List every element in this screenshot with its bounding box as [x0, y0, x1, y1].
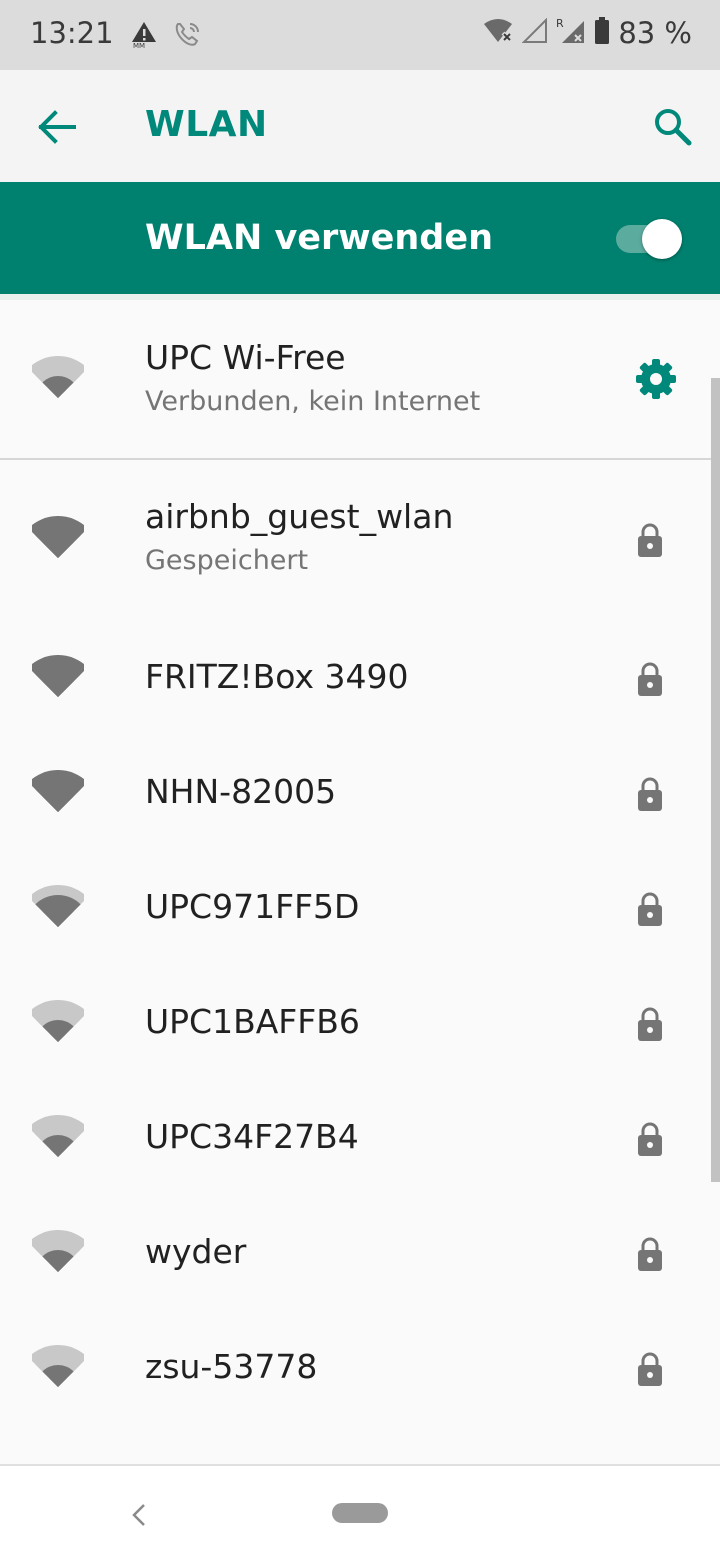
- scrollbar[interactable]: [711, 378, 720, 1182]
- wifi-signal-level-1: [49, 1374, 67, 1387]
- network-row-wyder[interactable]: wyder: [0, 1195, 720, 1310]
- wifi-signal-icon: [28, 769, 88, 814]
- status-right-icons: R 83 %: [482, 16, 692, 50]
- network-text: NHN-82005: [145, 772, 336, 812]
- wifi-signal-level-1: [49, 914, 67, 927]
- lock-icon: [636, 891, 664, 927]
- nav-home-pill[interactable]: [332, 1503, 388, 1523]
- nav-back-button[interactable]: [128, 1502, 150, 1528]
- lock-icon: [636, 776, 664, 812]
- network-name: NHN-82005: [145, 772, 337, 811]
- network-text: airbnb_guest_wlan Gespeichert: [145, 497, 453, 579]
- page-title: WLAN: [145, 104, 268, 145]
- wlan-master-switch-row[interactable]: WLAN verwenden: [0, 182, 720, 294]
- lock-icon: [636, 1006, 664, 1042]
- chevron-left-icon: [128, 1504, 150, 1532]
- lock-icon: [636, 1236, 664, 1272]
- battery-icon: [594, 17, 610, 49]
- wifi-signal-level-1: [49, 545, 67, 558]
- app-bar: WLAN: [0, 70, 720, 182]
- wifi-calling-icon: [172, 20, 202, 54]
- svg-text:MM: MM: [133, 42, 145, 48]
- wifi-signal-icon: [28, 1114, 88, 1159]
- network-name: UPC34F27B4: [145, 1117, 359, 1156]
- wifi-signal-icon: [28, 515, 88, 560]
- lock-icon: [636, 1121, 664, 1157]
- lock-icon: [636, 661, 664, 697]
- network-name: UPC1BAFFB6: [145, 1002, 360, 1041]
- lock-icon: [636, 1351, 664, 1387]
- wifi-signal-icon: [28, 999, 88, 1044]
- warning-icon: MM: [130, 20, 158, 54]
- network-row-nhn-82005[interactable]: NHN-82005: [0, 735, 720, 850]
- network-text: FRITZ!Box 3490: [145, 657, 408, 697]
- status-time: 13:21: [30, 16, 114, 50]
- wifi-off-icon: [482, 18, 514, 48]
- network-row-upc-wi-free[interactable]: UPC Wi-Free Verbunden, kein Internet: [0, 300, 720, 460]
- gear-icon: [633, 359, 679, 406]
- wifi-signal-level-1: [49, 1029, 67, 1042]
- wifi-signal-level-1: [49, 684, 67, 697]
- network-row-airbnb-guest-wlan[interactable]: airbnb_guest_wlan Gespeichert: [0, 460, 720, 620]
- network-text: UPC34F27B4: [145, 1117, 359, 1157]
- wifi-signal-level-1: [49, 1144, 67, 1157]
- network-row-upc34f27b4[interactable]: UPC34F27B4: [0, 1080, 720, 1195]
- network-name: FRITZ!Box 3490: [145, 657, 409, 696]
- network-row-upc1baffb6[interactable]: UPC1BAFFB6: [0, 965, 720, 1080]
- network-status: Gespeichert: [145, 545, 309, 576]
- wifi-signal-icon: [28, 355, 88, 400]
- network-list: UPC Wi-Free Verbunden, kein Internet air…: [0, 300, 720, 1425]
- signal-empty-icon: [521, 17, 548, 48]
- network-name: wyder: [145, 1232, 247, 1271]
- network-text: zsu-53778: [145, 1347, 317, 1387]
- wifi-signal-icon: [28, 654, 88, 699]
- wlan-master-label: WLAN verwenden: [145, 218, 493, 258]
- signal-roaming-icon: R: [556, 17, 586, 49]
- wifi-signal-icon: [28, 1344, 88, 1389]
- network-name: zsu-53778: [145, 1347, 318, 1386]
- network-text: UPC Wi-Free Verbunden, kein Internet: [145, 338, 480, 420]
- arrow-back-icon: [34, 110, 80, 154]
- network-name: airbnb_guest_wlan: [145, 497, 454, 536]
- wifi-signal-icon: [28, 1229, 88, 1274]
- network-status: Verbunden, kein Internet: [145, 386, 481, 417]
- toggle-thumb: [642, 219, 682, 259]
- system-navigation-bar: [0, 1464, 720, 1562]
- network-name: UPC971FF5D: [145, 887, 360, 926]
- search-icon: [652, 109, 694, 152]
- wlan-toggle[interactable]: [616, 219, 682, 259]
- wifi-signal-level-1: [49, 1259, 67, 1272]
- network-row-upc971ff5d[interactable]: UPC971FF5D: [0, 850, 720, 965]
- wifi-signal-icon: [28, 884, 88, 929]
- wifi-signal-level-1: [49, 385, 67, 398]
- search-button[interactable]: [652, 106, 694, 148]
- battery-percentage: 83 %: [618, 16, 692, 50]
- svg-text:R: R: [556, 17, 564, 30]
- status-bar: 13:21 MM R 83 %: [0, 0, 720, 70]
- wifi-signal-level-1: [49, 799, 67, 812]
- lock-icon: [636, 522, 664, 558]
- network-settings-button[interactable]: [633, 356, 679, 402]
- network-name: UPC Wi-Free: [145, 338, 346, 377]
- network-row-fritzbox-3490[interactable]: FRITZ!Box 3490: [0, 620, 720, 735]
- network-row-zsu-53778[interactable]: zsu-53778: [0, 1310, 720, 1425]
- network-text: UPC1BAFFB6: [145, 1002, 360, 1042]
- back-button[interactable]: [34, 104, 80, 150]
- network-text: wyder: [145, 1232, 246, 1272]
- status-left-icons: MM: [130, 20, 202, 54]
- network-text: UPC971FF5D: [145, 887, 359, 927]
